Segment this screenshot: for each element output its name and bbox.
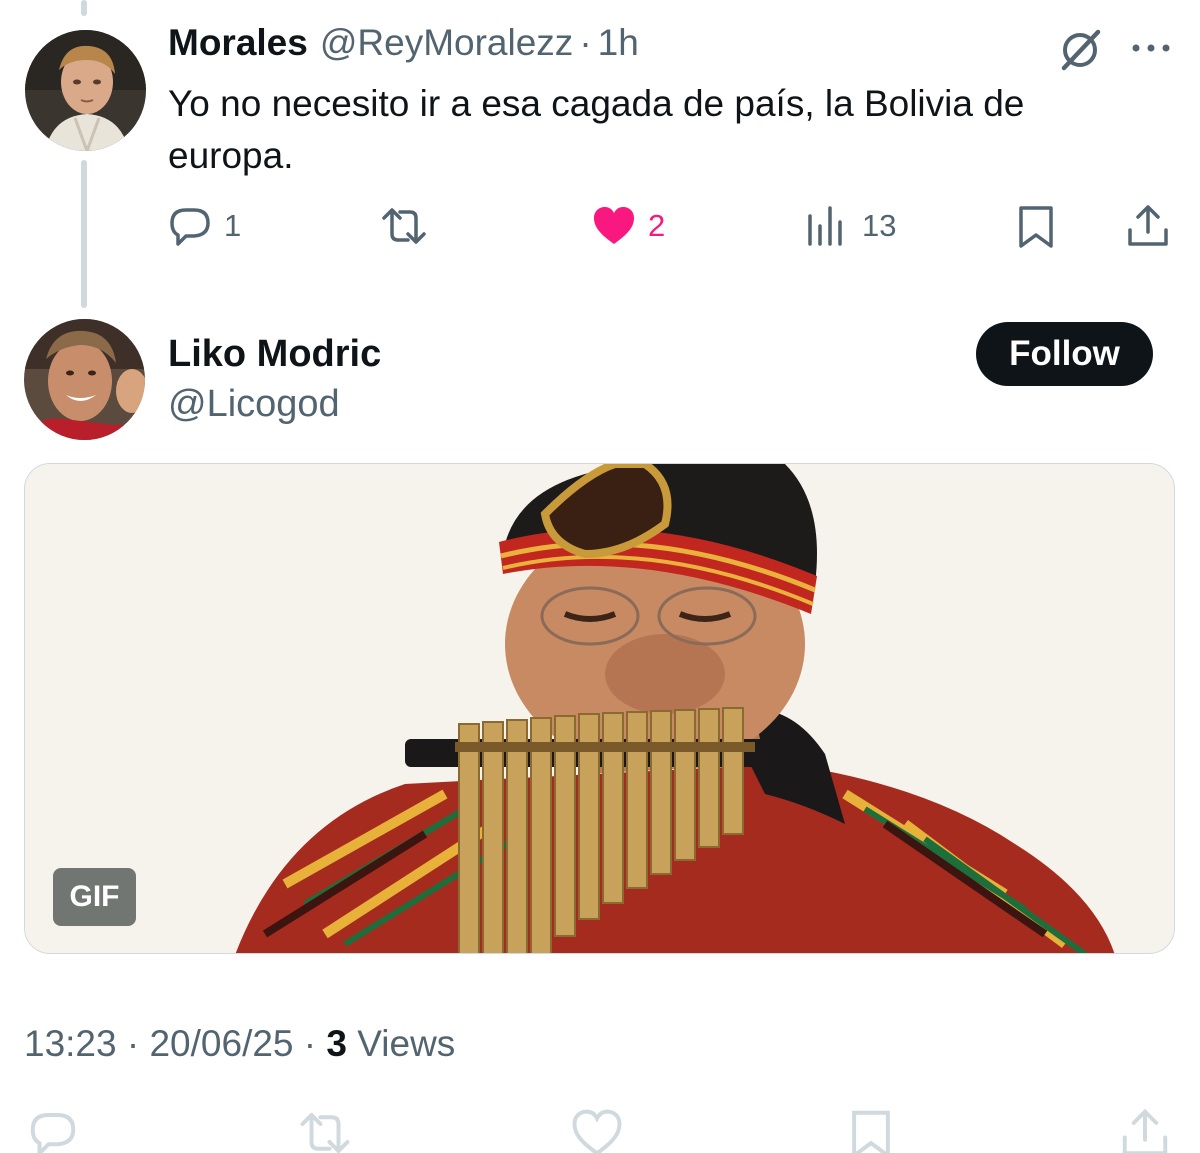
like-button[interactable]: 2 — [590, 196, 665, 256]
gif-badge: GIF — [53, 868, 136, 926]
retweet-icon[interactable] — [298, 1106, 352, 1153]
post-views-label: Views — [357, 1023, 456, 1064]
reply-text: Yo no necesito ir a esa cagada de país, … — [168, 83, 1025, 176]
views-icon — [808, 206, 842, 246]
share-button[interactable] — [1124, 196, 1172, 256]
meta-separator: · — [126, 1023, 140, 1064]
views-count: 13 — [862, 208, 897, 243]
gif-media[interactable]: GIF — [24, 463, 1175, 954]
reply-separator: · — [579, 22, 592, 63]
reply-icon[interactable] — [26, 1106, 80, 1153]
views-button[interactable]: 13 — [804, 196, 896, 256]
reply-button[interactable]: 1 — [166, 196, 241, 256]
meta-separator: · — [303, 1023, 317, 1064]
bookmark-button[interactable] — [1012, 196, 1060, 256]
reply-header: Morales @ReyMoralezz · 1h — [168, 22, 639, 74]
like-count: 2 — [648, 208, 666, 243]
reply-timestamp[interactable]: 1h — [598, 22, 639, 64]
bookmark-icon — [1019, 206, 1053, 248]
heart-icon — [594, 207, 634, 244]
gif-frame-image — [25, 464, 1174, 953]
post-time[interactable]: 13:23 — [24, 1023, 117, 1064]
thread-line-top — [81, 0, 87, 16]
reply-author-name[interactable]: Morales — [168, 22, 308, 64]
bookmark-icon[interactable] — [844, 1106, 898, 1153]
retweet-icon — [382, 208, 426, 244]
author-avatar[interactable] — [24, 319, 145, 440]
share-icon — [1128, 205, 1168, 246]
post-date[interactable]: 20/06/25 — [149, 1023, 293, 1064]
heart-icon[interactable] — [570, 1106, 624, 1153]
follow-button[interactable]: Follow — [976, 322, 1153, 386]
more-icon[interactable] — [1128, 36, 1174, 60]
author-name[interactable]: Liko Modric — [168, 330, 381, 378]
reply-action-bar: 1 2 13 — [0, 196, 1200, 256]
post-views-count: 3 — [326, 1023, 347, 1064]
reply-icon — [170, 208, 210, 246]
retweet-button[interactable] — [380, 196, 428, 256]
post-meta: 13:23 · 20/06/25 · 3 Views — [24, 1020, 455, 1068]
post-action-bar — [0, 1106, 1200, 1153]
share-icon[interactable] — [1118, 1106, 1172, 1153]
author-handle[interactable]: @Licogod — [168, 380, 340, 428]
reply-author-handle[interactable]: @ReyMoralezz — [320, 22, 573, 64]
reply-count: 1 — [224, 208, 242, 243]
reply-avatar[interactable] — [25, 30, 146, 151]
grok-icon[interactable] — [1056, 26, 1104, 74]
